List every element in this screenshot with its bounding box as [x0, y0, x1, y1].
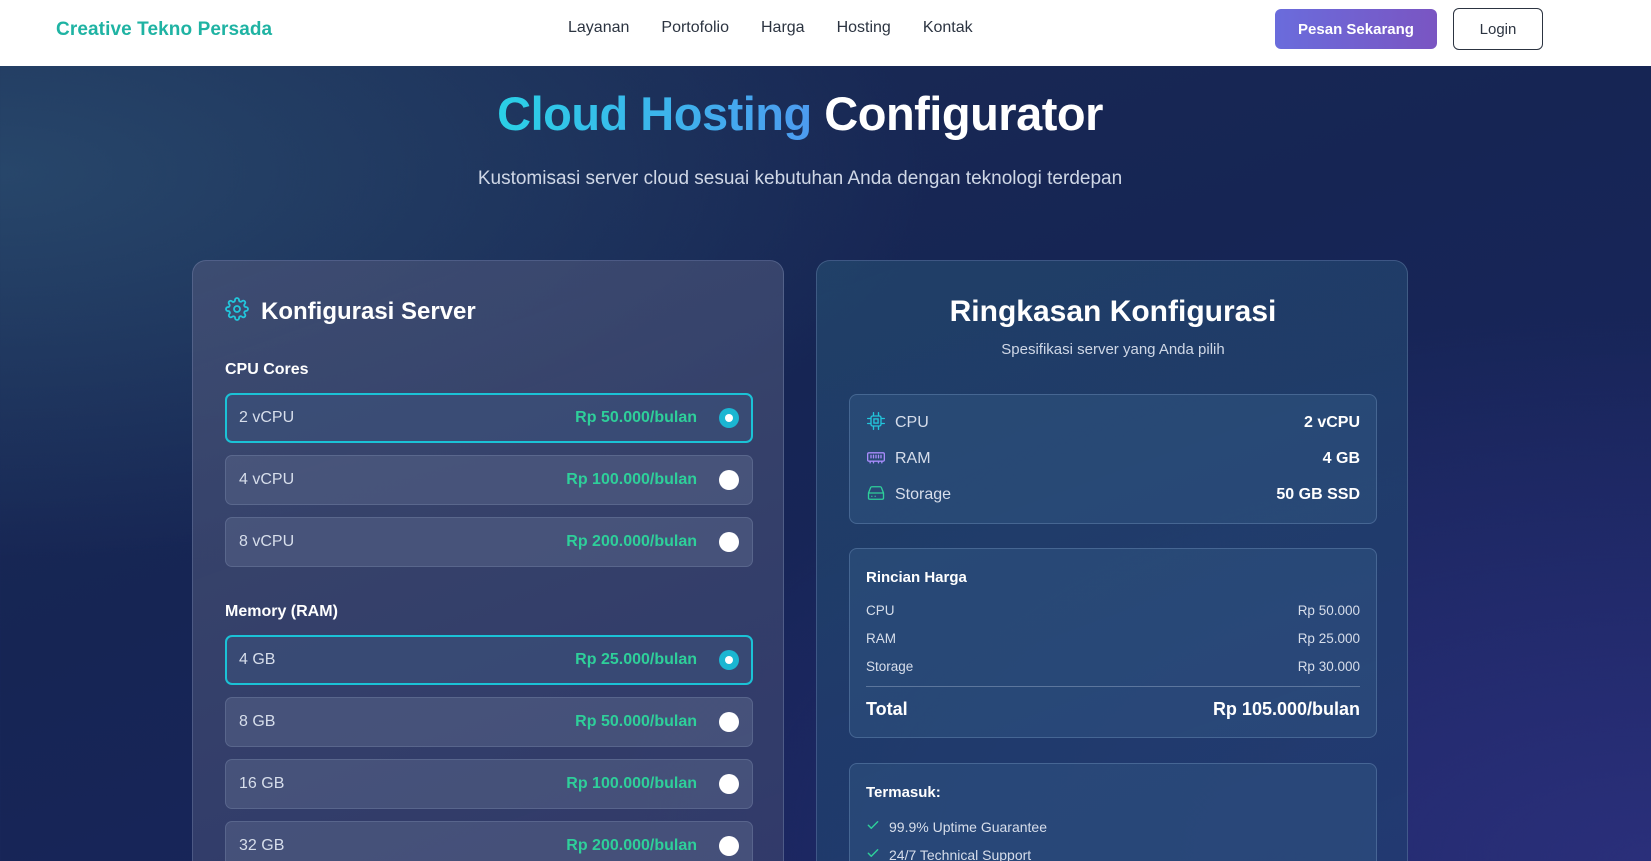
memory-icon: [866, 447, 895, 472]
spec-label: CPU: [895, 414, 929, 431]
memory-ram-label: Memory (RAM): [225, 603, 338, 620]
includes-item-label: 99.9% Uptime Guarantee: [889, 818, 1047, 835]
option-name: 4 vCPU: [239, 471, 295, 488]
option-price: Rp 100.000/bulan: [566, 471, 697, 488]
price-row-ram: RAM Rp 25.000: [866, 631, 1360, 646]
radio-button[interactable]: [719, 532, 739, 552]
page-title: Cloud Hosting Configurator: [0, 86, 1600, 141]
cpu-cores-label: CPU Cores: [225, 361, 309, 378]
price-label: CPU: [866, 603, 895, 618]
option-name: 8 GB: [239, 713, 276, 730]
includes-title: Termasuk:: [866, 784, 941, 801]
option-name: 8 vCPU: [239, 533, 295, 550]
nav-link-portofolio[interactable]: Portofolio: [661, 19, 729, 37]
spec-value: 50 GB SSD: [1276, 486, 1360, 503]
option-name: 2 vCPU: [239, 409, 295, 426]
price-breakdown-box: Rincian Harga CPU Rp 50.000 RAM Rp 25.00…: [849, 548, 1377, 738]
radio-button-selected[interactable]: [719, 408, 739, 428]
option-price: Rp 100.000/bulan: [566, 775, 697, 792]
summary-subtitle: Spesifikasi server yang Anda pilih: [1001, 341, 1225, 358]
login-button[interactable]: Login: [1453, 8, 1543, 50]
price-row-cpu: CPU Rp 50.000: [866, 603, 1360, 618]
price-breakdown-title: Rincian Harga: [866, 569, 967, 586]
price-value: Rp 30.000: [1297, 659, 1360, 674]
option-name: 32 GB: [239, 837, 285, 854]
radio-button[interactable]: [719, 470, 739, 490]
option-price: Rp 50.000/bulan: [575, 713, 697, 730]
price-total-row: Total Rp 105.000/bulan: [866, 699, 1360, 720]
page-subtitle: Kustomisasi server cloud sesuai kebutuha…: [477, 168, 1123, 189]
cpu-icon: [866, 411, 895, 436]
radio-button[interactable]: [719, 712, 739, 732]
spec-value: 4 GB: [1322, 450, 1360, 467]
radio-button[interactable]: [719, 774, 739, 794]
price-row-storage: Storage Rp 30.000: [866, 659, 1360, 674]
spec-summary-box: CPU 2 vCPU RAM 4 GB Storage 50 GB SSD: [849, 394, 1377, 524]
ram-option-16gb[interactable]: 16 GB Rp 100.000/bulan: [225, 759, 753, 809]
price-label: Storage: [866, 659, 914, 674]
option-name: 16 GB: [239, 775, 285, 792]
spec-row-storage: Storage 50 GB SSD: [866, 483, 1360, 507]
price-label: RAM: [866, 631, 896, 646]
cpu-option-2vcpu[interactable]: 2 vCPU Rp 50.000/bulan: [225, 393, 753, 443]
total-value: Rp 105.000/bulan: [1212, 699, 1360, 719]
nav-link-hosting[interactable]: Hosting: [837, 19, 891, 37]
ram-option-8gb[interactable]: 8 GB Rp 50.000/bulan: [225, 697, 753, 747]
radio-button-selected[interactable]: [719, 650, 739, 670]
cpu-option-4vcpu[interactable]: 4 vCPU Rp 100.000/bulan: [225, 455, 753, 505]
includes-item-label: 24/7 Technical Support: [889, 846, 1032, 861]
includes-box: Termasuk: 99.9% Uptime Guarantee 24/7 Te…: [849, 763, 1377, 861]
radio-button[interactable]: [719, 836, 739, 856]
spec-label: Storage: [895, 486, 952, 503]
option-price: Rp 50.000/bulan: [575, 409, 697, 426]
order-now-button[interactable]: Pesan Sekarang: [1275, 9, 1437, 49]
option-price: Rp 200.000/bulan: [566, 837, 697, 854]
summary-title: Ringkasan Konfigurasi: [949, 295, 1277, 328]
config-header: Konfigurasi Server: [225, 297, 476, 326]
config-summary-card: Ringkasan Konfigurasi Spesifikasi server…: [816, 260, 1408, 861]
price-divider: [866, 686, 1360, 687]
brand-logo[interactable]: Creative Tekno Persada: [56, 19, 272, 41]
price-value: Rp 50.000: [1297, 603, 1360, 618]
nav-link-harga[interactable]: Harga: [761, 19, 805, 37]
server-config-card: Konfigurasi Server CPU Cores 2 vCPU Rp 5…: [192, 260, 784, 861]
spec-row-cpu: CPU 2 vCPU: [866, 411, 1360, 435]
check-icon: [866, 846, 880, 861]
gear-icon: [225, 297, 249, 326]
page-title-rest: Configurator: [824, 87, 1103, 140]
ram-option-32gb[interactable]: 32 GB Rp 200.000/bulan: [225, 821, 753, 861]
includes-item: 24/7 Technical Support: [866, 846, 1031, 861]
storage-icon: [866, 483, 895, 508]
ram-option-4gb[interactable]: 4 GB Rp 25.000/bulan: [225, 635, 753, 685]
navbar: Creative Tekno Persada Layanan Portofoli…: [0, 0, 1651, 66]
nav-links: Layanan Portofolio Harga Hosting Kontak: [568, 19, 973, 37]
page-title-accent: Cloud Hosting: [497, 87, 812, 140]
spec-label: RAM: [895, 450, 931, 467]
total-label: Total: [866, 699, 908, 719]
spec-value: 2 vCPU: [1303, 414, 1360, 431]
check-icon: [866, 818, 880, 835]
cpu-option-8vcpu[interactable]: 8 vCPU Rp 200.000/bulan: [225, 517, 753, 567]
option-name: 4 GB: [239, 651, 276, 668]
includes-item: 99.9% Uptime Guarantee: [866, 818, 1047, 835]
config-title: Konfigurasi Server: [261, 297, 476, 325]
spec-row-ram: RAM 4 GB: [866, 447, 1360, 471]
nav-link-layanan[interactable]: Layanan: [568, 19, 629, 37]
option-price: Rp 25.000/bulan: [575, 651, 697, 668]
nav-link-kontak[interactable]: Kontak: [923, 19, 973, 37]
option-price: Rp 200.000/bulan: [566, 533, 697, 550]
price-value: Rp 25.000: [1297, 631, 1360, 646]
